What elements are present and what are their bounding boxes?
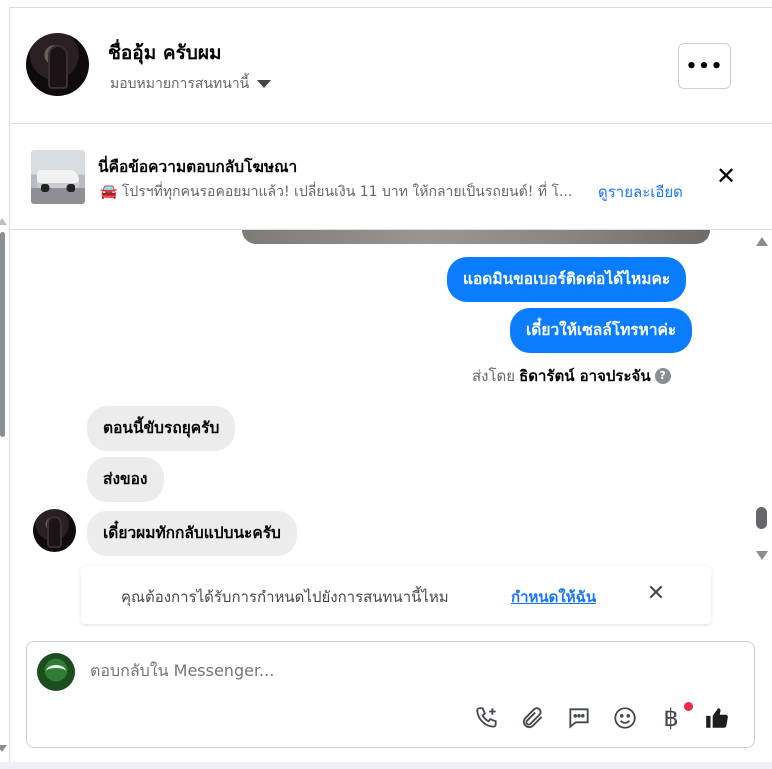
contact-avatar-small[interactable] [33, 509, 76, 552]
contact-avatar[interactable] [26, 33, 89, 96]
scroll-up-icon[interactable] [756, 237, 768, 246]
left-scroll-down-icon[interactable] [0, 745, 7, 752]
reply-input[interactable] [90, 661, 690, 680]
sent-by-label: ส่งโดย ธิดารัตน์ อาจประจัน ? [472, 364, 671, 388]
ad-reply-title: นี่คือข้อความตอบกลับโฆษณา [98, 158, 298, 176]
assign-conversation-dropdown[interactable]: มอบหมายการสนทนานี้ [110, 73, 272, 95]
left-scroll-up-icon[interactable] [0, 218, 7, 225]
baht-icon[interactable]: ฿ [657, 702, 693, 734]
ad-thumbnail-image [31, 150, 85, 204]
scrollbar-thumb[interactable] [756, 507, 767, 529]
assign-conversation-label: มอบหมายการสนทนานี้ [110, 76, 250, 92]
shared-image-attachment[interactable] [242, 230, 710, 244]
message-scrollbar[interactable] [752, 231, 772, 566]
more-options-button[interactable]: ••• [678, 43, 731, 89]
outgoing-message[interactable]: แอดมินขอเบอร์ติดต่อได้ไหมคะ [447, 257, 687, 302]
ad-reply-banner: นี่คือข้อความตอบกลับโฆษณา 🚘 โปรฯที่ทุกคน… [10, 124, 772, 230]
conversation-header: ชื่ออุ้ม ครับผม มอบหมายการสนทนานี้ ••• [10, 8, 772, 124]
assign-prompt-text: คุณต้องการได้รับการกำหนดไปยังการสนทนานี้… [121, 588, 449, 606]
close-icon[interactable]: ✕ [646, 582, 666, 606]
incoming-message[interactable]: เดี๋ยวผมทักกลับแปบนะครับ [87, 511, 297, 556]
page-avatar [37, 653, 75, 691]
notification-dot [684, 702, 693, 711]
sent-by-name: ธิดารัตน์ อาจประจัน [519, 367, 651, 385]
incoming-message[interactable]: ตอนนี้ขับรถยุครับ [87, 406, 236, 451]
close-icon[interactable]: ✕ [714, 164, 738, 188]
assign-prompt-card: คุณต้องการได้รับการกำหนดไปยังการสนทนานี้… [81, 566, 711, 624]
saved-reply-icon[interactable] [565, 702, 593, 734]
ad-details-link[interactable]: ดูรายละเอียด [598, 180, 683, 204]
like-icon[interactable] [703, 702, 731, 734]
emoji-icon[interactable] [611, 702, 639, 734]
reply-composer: ฿ [26, 641, 755, 748]
outgoing-message[interactable]: เดี๋ยวให้เซลล์โทรหาค่ะ [510, 308, 693, 353]
sent-by-prefix: ส่งโดย [472, 367, 516, 385]
assign-to-me-link[interactable]: กำหนดให้ฉัน [511, 585, 596, 609]
more-icon: ••• [685, 55, 724, 77]
ad-reply-subtitle: 🚘 โปรฯที่ทุกคนรอคอยมาแล้ว! เปลี่ยนเงิน 1… [100, 184, 573, 200]
chevron-down-icon [257, 80, 272, 88]
add-call-icon[interactable] [473, 702, 501, 734]
scroll-down-icon[interactable] [756, 551, 768, 560]
contact-name[interactable]: ชื่ออุ้ม ครับผม [108, 38, 222, 68]
incoming-message[interactable]: ส่งของ [87, 457, 164, 502]
help-icon[interactable]: ? [654, 368, 671, 384]
left-scrollbar-thumb[interactable] [0, 232, 5, 437]
composer-toolbar: ฿ [473, 702, 731, 734]
bottom-strip [0, 762, 772, 769]
baht-symbol: ฿ [663, 704, 679, 732]
attachment-icon[interactable] [519, 702, 547, 734]
